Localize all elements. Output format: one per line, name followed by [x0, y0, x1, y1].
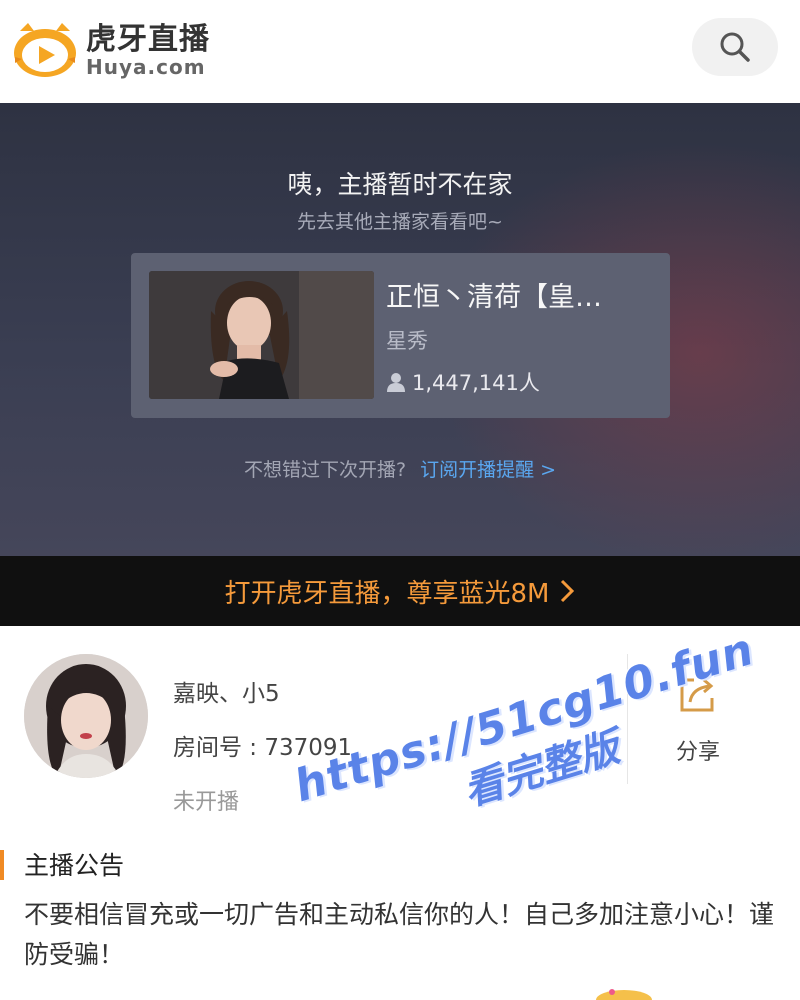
- user-icon: [387, 373, 405, 392]
- offline-hero: 咦，主播暂时不在家 先去其他主播家看看吧~ 正恒丶清荷【皇… 星秀 1,447,…: [0, 103, 800, 556]
- open-app-banner[interactable]: 打开虎牙直播，尊享蓝光8M: [0, 556, 800, 626]
- viewer-count: 1,447,141人: [386, 367, 540, 397]
- top-header: 虎牙直播 Huya.com: [0, 0, 800, 103]
- recommended-stream-name: 正恒丶清荷【皇…: [386, 282, 602, 313]
- subscribe-line: 不想错过下次开播? 订阅开播提醒 >: [0, 455, 800, 482]
- notice-body: 不要相信冒充或一切广告和主动私信你的人！自己多加注意小心！谨防受骗！: [24, 900, 775, 969]
- viewer-count-text: 1,447,141人: [412, 371, 540, 395]
- stream-thumbnail: [149, 271, 374, 399]
- huya-logo-icon: [14, 23, 76, 77]
- huya-logo[interactable]: 虎牙直播 Huya.com: [12, 18, 222, 82]
- search-icon: [720, 32, 750, 62]
- decoration-icon: [596, 989, 652, 1000]
- live-status: 未开播: [173, 790, 240, 815]
- share-label: 分享: [675, 740, 720, 765]
- notice-accent-bar: [0, 850, 4, 880]
- anchor-name: 嘉映、小5: [173, 681, 280, 707]
- recommended-stream-card[interactable]: 正恒丶清荷【皇… 星秀 1,447,141人: [131, 253, 670, 418]
- anchor-info: 嘉映、小5 房间号 : 737091 未开播 分享: [0, 626, 800, 836]
- open-app-banner-text: 打开虎牙直播，尊享蓝光8M: [224, 578, 550, 609]
- recommended-stream-category: 星秀: [386, 329, 428, 353]
- notice-header: 主播公告: [0, 846, 800, 884]
- notice-title: 主播公告: [24, 851, 125, 880]
- logo-text: 虎牙直播 Huya.com: [86, 22, 210, 79]
- share-button[interactable]: 分享: [662, 672, 734, 772]
- share-icon: [680, 678, 714, 712]
- search-button[interactable]: [692, 18, 778, 76]
- divider: [627, 654, 628, 784]
- chevron-right-icon: [561, 579, 575, 603]
- offline-title: 咦，主播暂时不在家: [287, 170, 513, 199]
- logo-en-text: Huya.com: [86, 55, 206, 79]
- subscribe-reminder-link[interactable]: 订阅开播提醒 >: [420, 459, 556, 481]
- room-number: 房间号 : 737091: [173, 735, 353, 761]
- logo-cn-text: 虎牙直播: [86, 22, 210, 57]
- avatar[interactable]: [24, 654, 148, 778]
- subscribe-question: 不想错过下次开播?: [243, 459, 407, 481]
- offline-subtitle: 先去其他主播家看看吧~: [297, 211, 503, 233]
